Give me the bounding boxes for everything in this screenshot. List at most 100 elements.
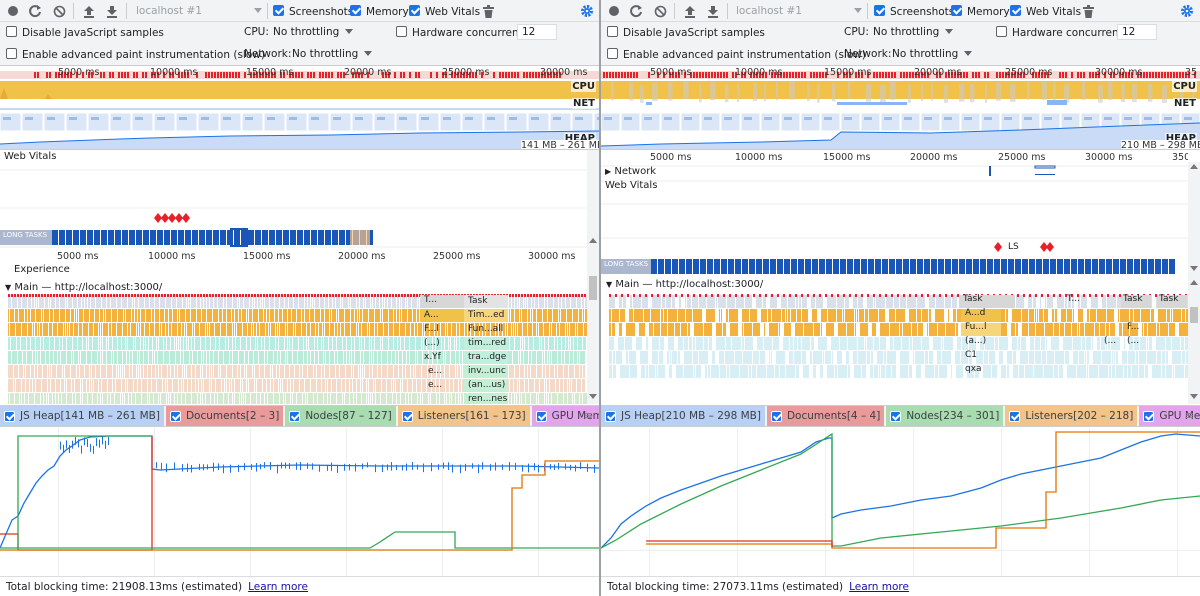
layout-shift-marker[interactable]: [175, 213, 183, 223]
flame-label[interactable]: (...: [1127, 336, 1167, 346]
listeners-counter-toggle[interactable]: Listeners[202 – 218]: [1005, 406, 1138, 426]
flame-label[interactable]: inv...unc: [468, 366, 508, 376]
network-track-header[interactable]: ▶ Network: [605, 166, 656, 177]
memory-checkbox[interactable]: Memory: [951, 5, 1010, 18]
layout-shift-marker[interactable]: [1046, 242, 1054, 252]
memory-checkbox[interactable]: Memory: [350, 5, 409, 18]
timeline-overview[interactable]: 5000 ms 10000 ms 15000 ms 20000 ms 25000…: [601, 66, 1200, 150]
clear-icon[interactable]: [51, 3, 67, 19]
flame-label[interactable]: A...d: [965, 308, 1005, 318]
main-thread-track[interactable]: ▼ Main — http://localhost:3000/ T... A..…: [0, 278, 587, 404]
scroll-up-arrow-icon[interactable]: [1190, 164, 1198, 169]
trash-icon[interactable]: [480, 3, 496, 19]
flame-label[interactable]: Tim...ed: [468, 310, 508, 320]
memory-counters-chart[interactable]: [601, 428, 1200, 576]
scroll-down-arrow-icon[interactable]: [589, 394, 597, 399]
chevron-down-icon[interactable]: [854, 8, 862, 13]
network-throttling-select[interactable]: No throttling: [292, 48, 373, 60]
layout-shift-marker[interactable]: [154, 213, 162, 223]
layout-shift-marker[interactable]: [168, 213, 176, 223]
layout-shift-marker[interactable]: [994, 242, 1002, 252]
paint-instrumentation-checkbox[interactable]: Enable advanced paint instrumentation (s…: [607, 48, 866, 61]
record-icon[interactable]: [5, 3, 21, 19]
flame-label[interactable]: Task: [468, 296, 508, 306]
scroll-down-arrow-icon[interactable]: [1190, 266, 1198, 271]
scrollbar-thumb[interactable]: [589, 276, 597, 300]
flame-label[interactable]: T...: [1067, 294, 1107, 304]
listeners-counter-toggle[interactable]: Listeners[161 – 173]: [397, 406, 530, 426]
memory-counters-chart[interactable]: [0, 428, 599, 576]
disable-js-samples-checkbox[interactable]: Disable JavaScript samples: [6, 26, 164, 39]
documents-counter-toggle[interactable]: Documents[4 – 4]: [766, 406, 885, 426]
hardware-concurrency-checkbox[interactable]: Hardware concurrency: [396, 26, 531, 39]
download-icon[interactable]: [705, 3, 721, 19]
reload-icon[interactable]: [27, 3, 43, 19]
flame-scrollbar[interactable]: [1188, 162, 1200, 404]
web-vitals-checkbox[interactable]: Web Vitals: [1010, 5, 1081, 18]
flame-label[interactable]: T...: [424, 295, 464, 305]
scroll-up-arrow-icon[interactable]: [1190, 280, 1198, 285]
nodes-counter-toggle[interactable]: Nodes[234 – 301]: [886, 406, 1004, 426]
web-vitals-checkbox[interactable]: Web Vitals: [409, 5, 480, 18]
cpu-throttling-select[interactable]: No throttling: [273, 26, 354, 38]
recording-select[interactable]: localhost #1: [136, 5, 202, 17]
trash-icon[interactable]: [1080, 3, 1096, 19]
chevron-down-icon[interactable]: [254, 8, 262, 13]
flame-label[interactable]: tra...dge: [468, 352, 508, 362]
flame-label[interactable]: e...: [428, 366, 468, 376]
flame-label[interactable]: (an...us): [468, 380, 508, 390]
flame-label[interactable]: ren...nes: [468, 394, 508, 404]
reload-icon[interactable]: [628, 3, 644, 19]
timeline-tracks[interactable]: 5000 ms 10000 ms 15000 ms 20000 ms 25000…: [601, 150, 1188, 278]
nodes-counter-toggle[interactable]: Nodes[87 – 127]: [285, 406, 396, 426]
cpu-throttling-select[interactable]: No throttling: [873, 26, 954, 38]
upload-icon[interactable]: [682, 3, 698, 19]
flame-label[interactable]: e...: [428, 380, 468, 390]
record-icon[interactable]: [606, 3, 622, 19]
screenshots-checkbox[interactable]: Screenshots: [273, 5, 353, 18]
hardware-concurrency-checkbox[interactable]: Hardware concurrency: [996, 26, 1131, 39]
hardware-concurrency-input[interactable]: 12: [1113, 24, 1157, 40]
menu-icon[interactable]: ≡: [1185, 409, 1194, 422]
main-thread-track[interactable]: ▼ Main — http://localhost:3000/ Task A..…: [601, 278, 1188, 404]
flame-label[interactable]: Fun...all: [468, 324, 508, 334]
disable-js-samples-checkbox[interactable]: Disable JavaScript samples: [607, 26, 765, 39]
recording-select[interactable]: localhost #1: [736, 5, 802, 17]
flame-label[interactable]: (a...): [965, 336, 1005, 346]
scroll-up-arrow-icon[interactable]: [589, 238, 597, 243]
main-track-header[interactable]: ▼ Main — http://localhost:3000/: [606, 279, 763, 290]
flame-label[interactable]: Task: [963, 294, 1003, 304]
flame-label[interactable]: tim...red: [468, 338, 508, 348]
screenshots-checkbox[interactable]: Screenshots: [874, 5, 954, 18]
gear-icon[interactable]: [579, 3, 595, 19]
flame-label[interactable]: Fu...l: [965, 322, 1005, 332]
paint-instrumentation-checkbox[interactable]: Enable advanced paint instrumentation (s…: [6, 48, 265, 61]
flame-label[interactable]: (...): [424, 338, 464, 348]
scroll-down-arrow-icon[interactable]: [1190, 394, 1198, 399]
flame-label[interactable]: Task: [1159, 294, 1188, 304]
timeline-overview[interactable]: 5000 ms 10000 ms 15000 ms 20000 ms 25000…: [0, 66, 599, 150]
hardware-concurrency-input[interactable]: 12: [513, 24, 557, 40]
experience-track-title[interactable]: Experience: [14, 264, 70, 275]
gear-icon[interactable]: [1179, 3, 1195, 19]
flame-label[interactable]: F...l: [424, 324, 464, 334]
flame-label[interactable]: qxa: [965, 364, 1005, 374]
flame-scrollbar[interactable]: [587, 150, 599, 404]
upload-icon[interactable]: [81, 3, 97, 19]
flame-label[interactable]: A...: [424, 310, 464, 320]
scrollbar-thumb[interactable]: [1190, 307, 1198, 323]
flame-label[interactable]: Task: [1123, 294, 1163, 304]
layout-shift-marker[interactable]: [161, 213, 169, 223]
network-throttling-select[interactable]: No throttling: [892, 48, 973, 60]
menu-icon[interactable]: ≡: [584, 409, 593, 422]
flame-label[interactable]: C1: [965, 350, 1005, 360]
js-heap-counter-toggle[interactable]: JS Heap[141 MB – 261 MB]: [0, 406, 164, 426]
download-icon[interactable]: [104, 3, 120, 19]
js-heap-counter-toggle[interactable]: JS Heap[210 MB – 298 MB]: [601, 406, 765, 426]
layout-shift-marker[interactable]: [182, 213, 190, 223]
documents-counter-toggle[interactable]: Documents[2 – 3]: [165, 406, 284, 426]
learn-more-link[interactable]: Learn more: [248, 581, 308, 593]
flame-label[interactable]: F...: [1127, 322, 1167, 332]
flame-label[interactable]: x.Yf: [424, 352, 464, 362]
clear-icon[interactable]: [652, 3, 668, 19]
